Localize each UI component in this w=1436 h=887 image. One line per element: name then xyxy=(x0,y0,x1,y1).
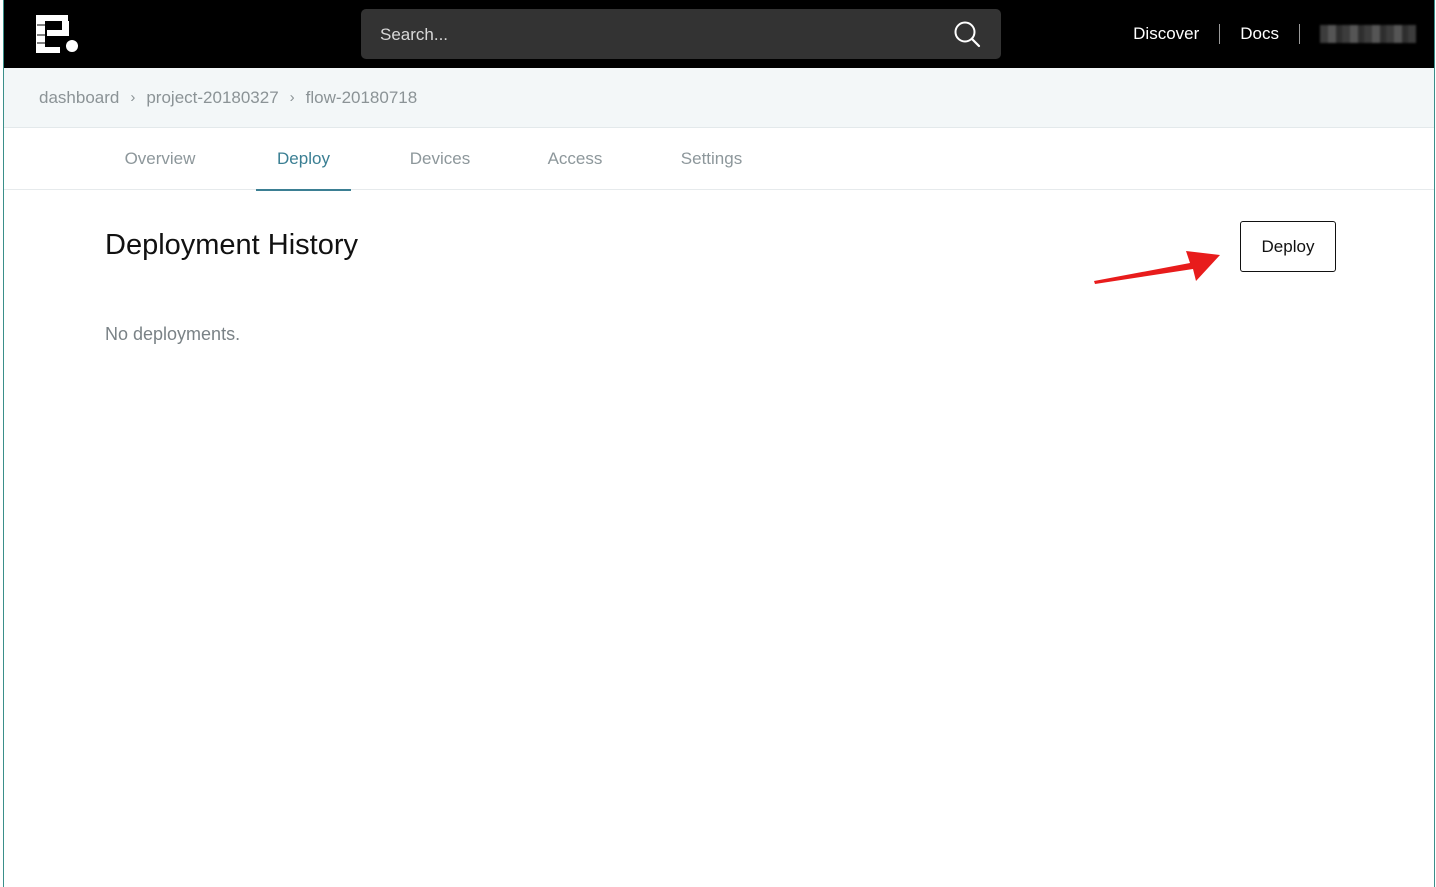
user-menu-redacted[interactable] xyxy=(1320,25,1416,43)
discover-link[interactable]: Discover xyxy=(1133,24,1199,44)
deploy-button[interactable]: Deploy xyxy=(1240,221,1336,272)
breadcrumb-separator: › xyxy=(130,89,136,106)
header-links: Discover Docs xyxy=(1133,0,1434,68)
search-box[interactable] xyxy=(361,9,1001,61)
tab-settings[interactable]: Settings xyxy=(664,128,759,189)
app-logo-icon[interactable] xyxy=(34,13,80,55)
top-navigation-bar: Discover Docs xyxy=(4,0,1434,68)
divider xyxy=(1299,24,1300,44)
empty-state-message: No deployments. xyxy=(105,324,241,344)
search-input[interactable] xyxy=(361,9,942,61)
annotation-arrow-icon xyxy=(1094,251,1220,284)
divider xyxy=(1219,24,1221,44)
page-title: Deployment History xyxy=(105,229,359,261)
tab-bar: Overview Deploy Devices Access Settings xyxy=(4,128,1434,191)
app-window: Discover Docs dashboard › project-201803… xyxy=(3,0,1435,887)
breadcrumb-flow[interactable]: flow-20180718 xyxy=(306,88,418,108)
tab-overview[interactable]: Overview xyxy=(110,128,210,189)
tab-devices[interactable]: Devices xyxy=(396,128,484,189)
breadcrumb-separator: › xyxy=(289,89,295,106)
search-icon[interactable] xyxy=(953,20,981,48)
tab-deploy[interactable]: Deploy xyxy=(256,128,351,191)
tab-access[interactable]: Access xyxy=(534,128,616,189)
breadcrumb-project[interactable]: project-20180327 xyxy=(146,88,278,108)
docs-link[interactable]: Docs xyxy=(1240,24,1279,44)
breadcrumb: dashboard › project-20180327 › flow-2018… xyxy=(4,68,1434,128)
breadcrumb-dashboard[interactable]: dashboard xyxy=(39,88,119,108)
